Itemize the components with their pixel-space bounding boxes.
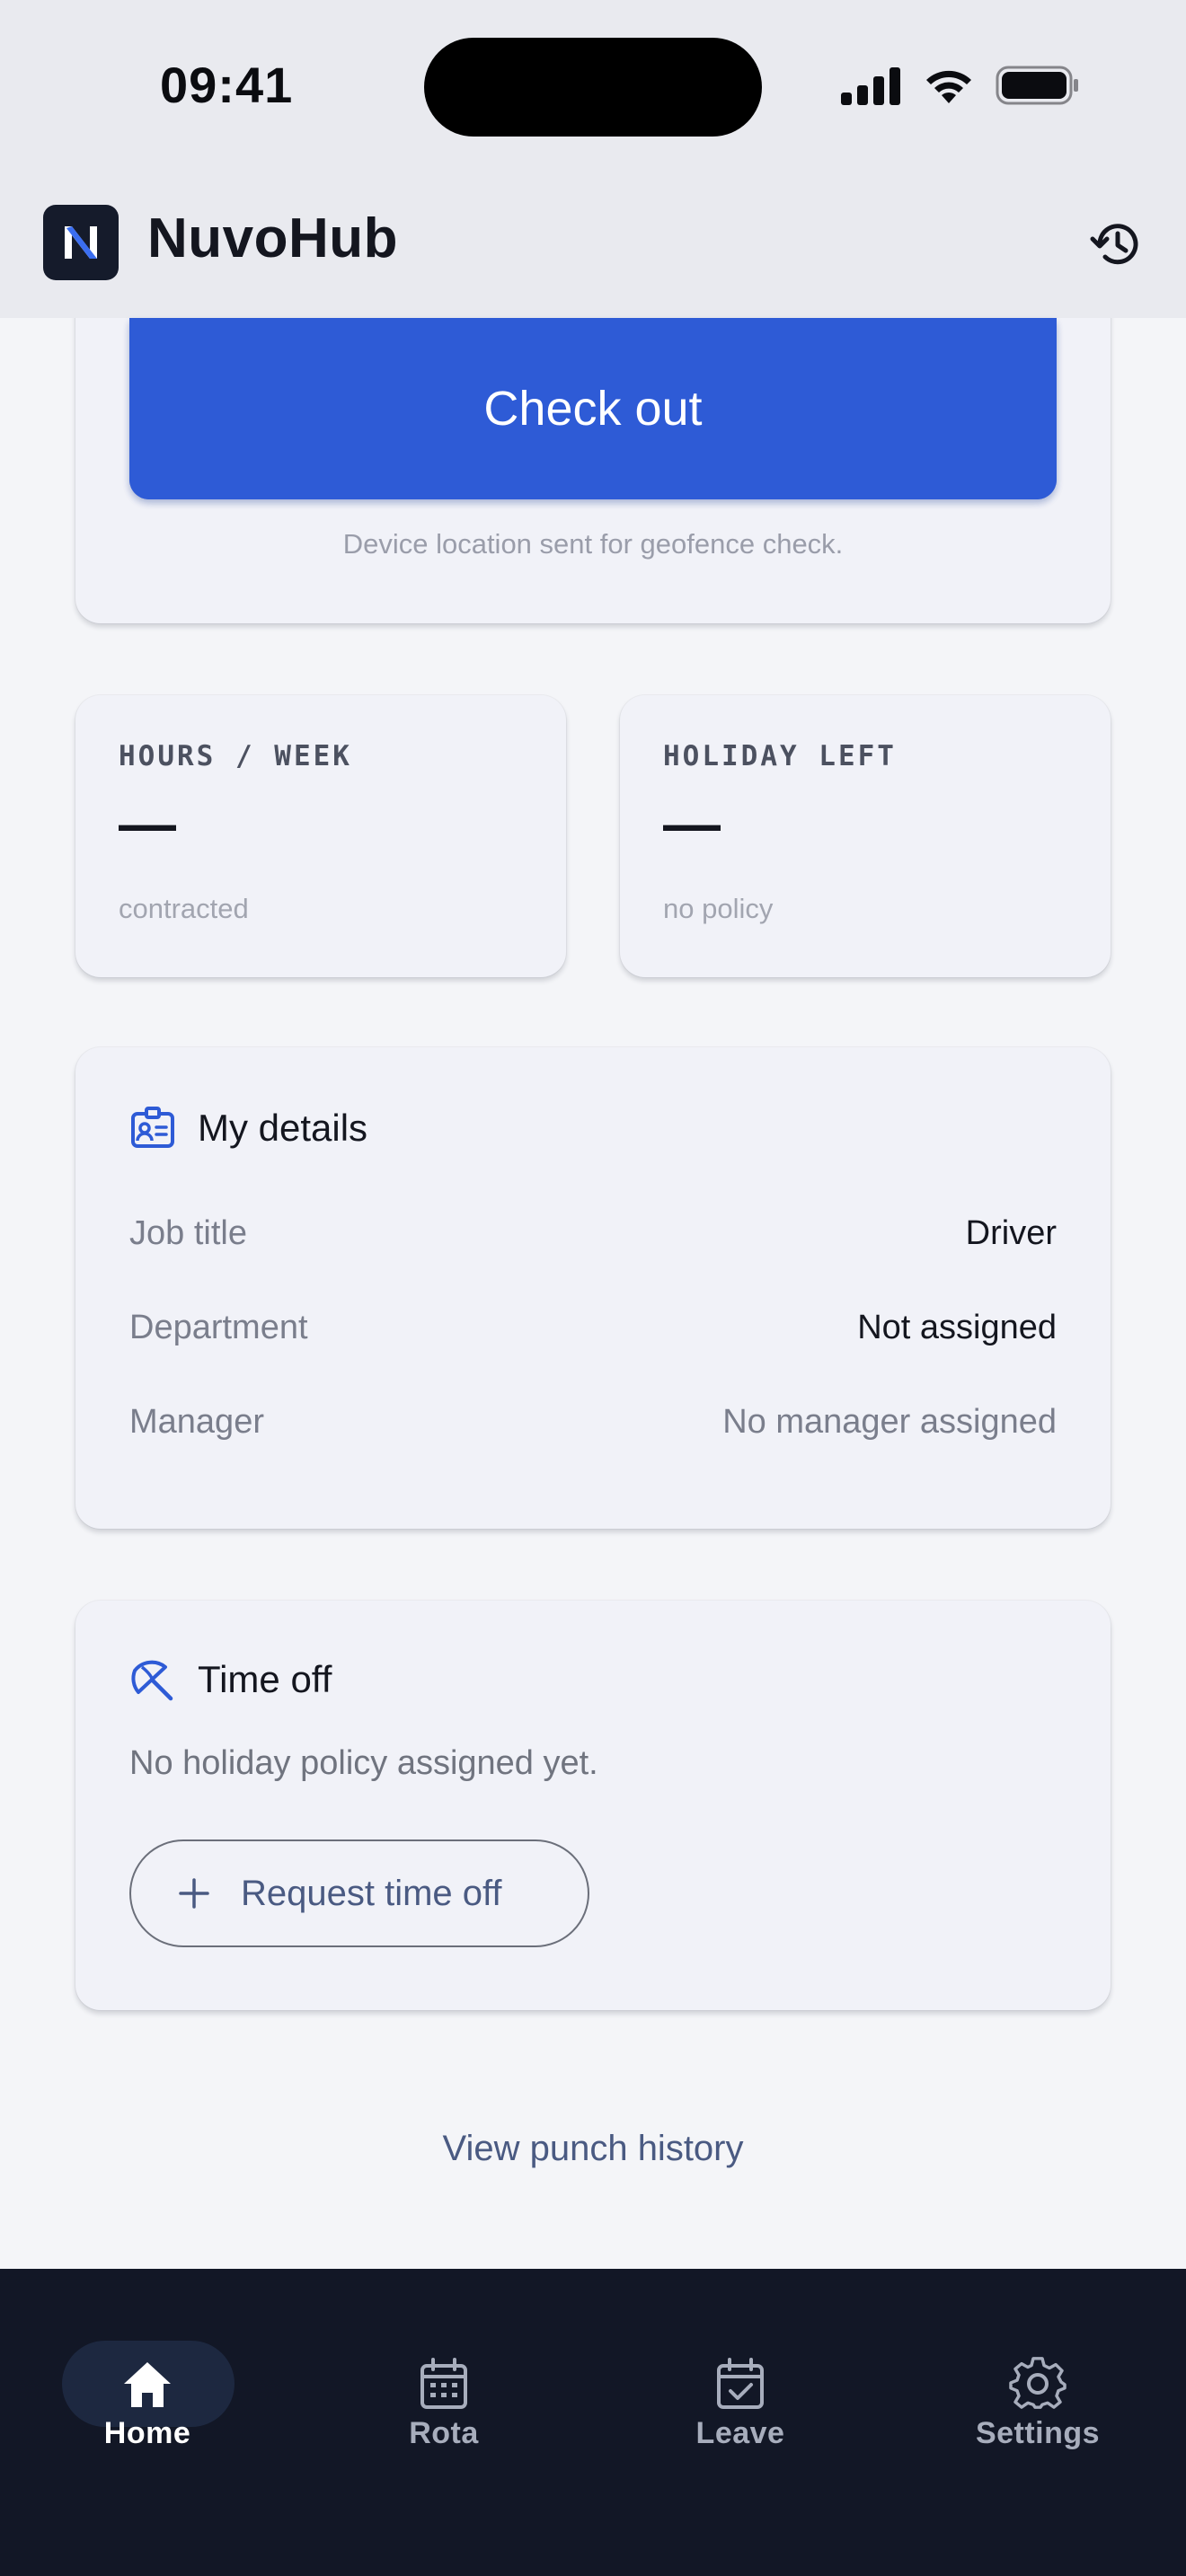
home-icon [124, 2362, 171, 2407]
nav-item-leave[interactable]: Leave [642, 2305, 839, 2450]
status-bar: 09:41 [0, 0, 1186, 169]
detail-value: Not assigned [857, 1309, 1057, 1346]
signal-icon [841, 67, 900, 105]
time-off-title: Time off [198, 1658, 332, 1700]
history-button[interactable] [1089, 216, 1146, 273]
dynamic-island [424, 38, 762, 137]
stat-label: HOURS / WEEK [119, 740, 352, 772]
header-overlay: NuvoHub [0, 169, 1186, 318]
detail-label: Manager [129, 1403, 264, 1441]
bottom-nav: Home Rota Leave Settings [0, 2269, 1186, 2576]
calendar-check-icon [717, 2358, 764, 2409]
nav-label: Leave [695, 2416, 785, 2450]
detail-row-job-title: Job title Driver [129, 1214, 1057, 1253]
details-header: My details [129, 1105, 367, 1151]
detail-value: Driver [965, 1214, 1057, 1252]
detail-row-manager: Manager No manager assigned [129, 1403, 1057, 1442]
view-punch-history-link[interactable]: View punch history [0, 2129, 1186, 2169]
detail-row-department: Department Not assigned [129, 1309, 1057, 1347]
hours-week-card: HOURS / WEEK — contracted [75, 695, 566, 977]
nav-label: Home [103, 2416, 191, 2450]
holiday-left-card: HOLIDAY LEFT — no policy [620, 695, 1111, 977]
my-details-card: My details Job title Driver Department N… [75, 1047, 1111, 1529]
wifi-icon [926, 70, 971, 103]
stat-subtext: no policy [663, 893, 774, 924]
detail-label: Department [129, 1309, 308, 1346]
time-off-header: Time off [129, 1656, 332, 1703]
nav-item-rota[interactable]: Rota [345, 2305, 543, 2450]
history-icon [1090, 224, 1138, 265]
detail-value: No manager assigned [722, 1403, 1057, 1441]
gear-icon [1009, 2357, 1067, 2409]
nav-label: Settings [975, 2416, 1101, 2450]
nuvohub-logo-icon [65, 226, 97, 259]
checkout-button-text: Check out [483, 382, 703, 436]
time-off-card: Time off No holiday policy assigned yet.… [75, 1601, 1111, 2010]
stat-value: — [119, 791, 176, 856]
id-badge-icon [131, 1107, 174, 1148]
beach-umbrella-icon [131, 1660, 173, 1701]
nav-label: Rota [409, 2416, 479, 2450]
stat-subtext: contracted [119, 893, 249, 924]
calendar-icon [420, 2358, 467, 2409]
status-time: 09:41 [160, 57, 294, 113]
status-icons [839, 63, 1080, 108]
stat-value: — [663, 791, 721, 856]
plus-icon [179, 1878, 209, 1909]
details-title: My details [198, 1107, 368, 1149]
stat-label: HOLIDAY LEFT [663, 740, 897, 772]
detail-label: Job title [129, 1214, 247, 1252]
checkout-button-visible[interactable]: Check out [129, 318, 1057, 499]
nav-item-settings[interactable]: Settings [939, 2305, 1137, 2450]
request-time-off-button[interactable]: Request time off [129, 1839, 589, 1947]
app-logo [43, 205, 119, 280]
app-title: NuvoHub [147, 207, 399, 269]
request-time-off-label: Request time off [241, 1873, 502, 1913]
time-off-message: No holiday policy assigned yet. [129, 1744, 598, 1782]
geofence-note: Device location sent for geofence check. [342, 528, 844, 560]
battery-icon [996, 66, 1078, 105]
nav-item-home[interactable]: Home [49, 2305, 246, 2450]
